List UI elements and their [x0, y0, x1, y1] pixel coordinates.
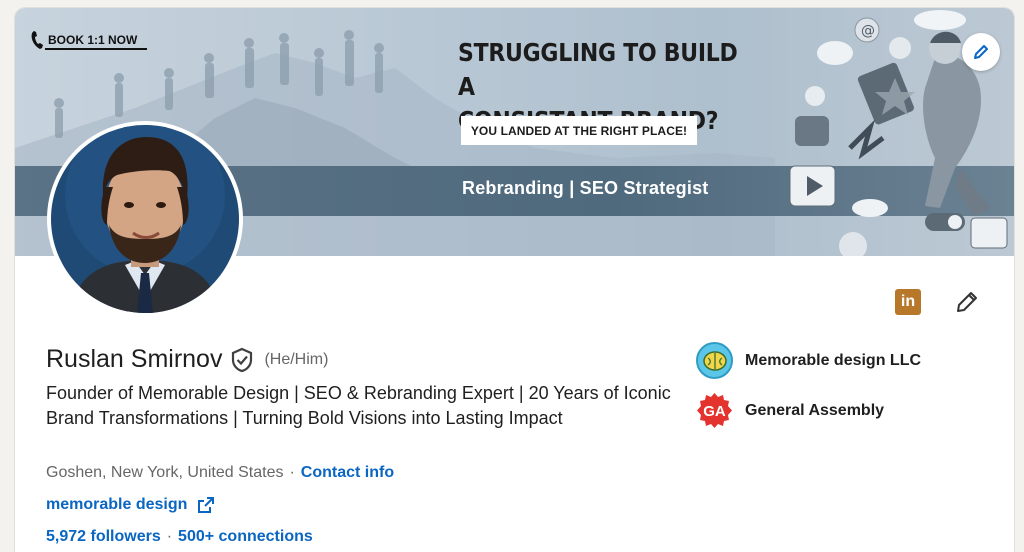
profile-name: Ruslan Smirnov	[46, 345, 223, 373]
banner-headline-line1: STRUGGLING TO BUILD A	[458, 38, 738, 101]
pencil-icon	[974, 45, 988, 59]
org-general-assembly[interactable]: GA General Assembly	[696, 392, 921, 429]
banner-subline: YOU LANDED AT THE RIGHT PLACE!	[461, 116, 697, 145]
banner-book-cta: BOOK 1:1 NOW	[31, 30, 137, 50]
pronouns: (He/Him)	[264, 350, 329, 368]
profile-photo[interactable]	[47, 115, 243, 317]
network-stats: 5,972 followers · 500+ connections	[46, 528, 313, 546]
org-memorable-design[interactable]: Memorable design LLC	[696, 342, 921, 379]
external-link-icon	[198, 497, 215, 513]
location: Goshen, New York, United States	[46, 464, 284, 481]
brain-icon	[696, 342, 733, 379]
ga-logo: GA	[696, 392, 733, 429]
connections-link[interactable]: 500+ connections	[178, 528, 313, 546]
brain-glyph	[702, 350, 727, 371]
svg-text:@: @	[861, 23, 875, 39]
phone-icon	[31, 31, 43, 49]
org-name: Memorable design LLC	[745, 351, 922, 369]
banner-stripe-text: Rebranding | SEO Strategist	[462, 178, 709, 198]
website-link[interactable]: memorable design	[46, 496, 187, 514]
edit-banner-button[interactable]	[962, 33, 1000, 71]
contact-info-link[interactable]: Contact info	[301, 464, 394, 482]
book-label: BOOK 1:1 NOW	[48, 33, 138, 47]
verified-shield-icon[interactable]	[230, 347, 254, 373]
organization-list: Memorable design LLC GA General Assembly	[696, 342, 921, 429]
org-name: General Assembly	[745, 401, 885, 419]
ga-badge: GA	[697, 393, 732, 428]
avatar	[51, 115, 239, 313]
book-underline	[45, 48, 147, 50]
profile-card: Rebranding | SEO Strategist STRUGGLING T…	[15, 8, 1014, 552]
profile-headline: Founder of Memorable Design | SEO & Rebr…	[46, 383, 671, 428]
name-row: Ruslan Smirnov (He/Him)	[46, 345, 328, 374]
separator: ·	[289, 464, 295, 481]
location-row: Goshen, New York, United States · Contac…	[46, 464, 394, 482]
linkedin-badge[interactable]: in	[895, 289, 921, 315]
edit-profile-pencil-icon[interactable]	[954, 289, 980, 315]
ga-logo-text: GA	[703, 403, 726, 420]
followers-link[interactable]: 5,972 followers	[46, 528, 161, 546]
profile-actions: in	[895, 289, 980, 315]
website-row[interactable]: memorable design	[46, 496, 215, 514]
stats-separator: ·	[166, 528, 173, 545]
